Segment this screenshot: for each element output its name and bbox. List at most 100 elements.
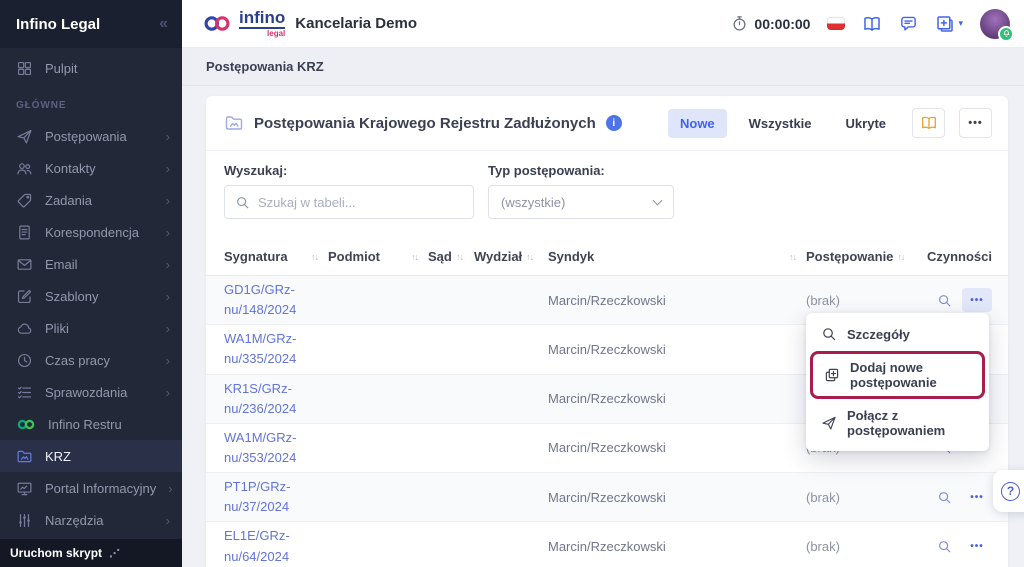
work-timer[interactable]: 00:00:00 bbox=[731, 15, 810, 32]
timer-value: 00:00:00 bbox=[754, 16, 810, 32]
search-label: Wyszukaj: bbox=[224, 163, 474, 178]
column-header-wydzial[interactable]: Wydział ↑↓ bbox=[474, 249, 548, 264]
sidebar-item-postepowania[interactable]: Postępowania › bbox=[0, 120, 182, 152]
column-header-sad[interactable]: Sąd ↑↓ bbox=[428, 249, 474, 264]
menu-item-label: Połącz z postępowaniem bbox=[847, 408, 974, 438]
infino-logo[interactable]: infino legal bbox=[202, 9, 285, 38]
sidebar-item-infino-restru[interactable]: Infino Restru bbox=[0, 408, 182, 440]
column-header-postepowanie[interactable]: Postępowanie ↑↓ bbox=[806, 249, 914, 264]
search-icon bbox=[235, 195, 250, 210]
infinity-icon bbox=[16, 417, 36, 432]
chevron-down-icon bbox=[653, 195, 663, 205]
case-signature-link[interactable]: EL1E/GRz-nu/64/2024 bbox=[224, 526, 328, 566]
caret-down-icon: ▾ bbox=[958, 18, 963, 29]
case-signature-link[interactable]: WA1M/GRz-nu/335/2024 bbox=[224, 329, 328, 369]
manual-button[interactable] bbox=[912, 108, 945, 138]
column-label: Postępowanie bbox=[806, 249, 893, 264]
column-label: Sygnatura bbox=[224, 249, 288, 264]
folder-image-icon bbox=[224, 113, 244, 133]
cell-syndyk: Marcin/Rzeczkowski bbox=[548, 490, 806, 505]
sidebar-item-kontakty[interactable]: Kontakty › bbox=[0, 152, 182, 184]
sort-icon[interactable]: ↑↓ bbox=[526, 252, 533, 262]
column-header-sygnatura[interactable]: Sygnatura ↑↓ bbox=[224, 249, 328, 264]
table-row: EL1E/GRz-nu/64/2024 Marcin/Rzeczkowski (… bbox=[206, 522, 1008, 567]
poland-flag-icon[interactable] bbox=[827, 17, 845, 30]
sidebar-item-email[interactable]: Email › bbox=[0, 248, 182, 280]
type-select[interactable]: (wszystkie) bbox=[488, 185, 674, 219]
menu-item-szczegoly[interactable]: Szczegóły bbox=[806, 318, 989, 350]
sidebar-collapse-button[interactable]: « bbox=[159, 15, 168, 33]
column-label: Wydział bbox=[474, 249, 522, 264]
sidebar-item-krz[interactable]: KRZ bbox=[0, 440, 182, 472]
sidebar-item-korespondencja[interactable]: Korespondencja › bbox=[0, 216, 182, 248]
sliders-icon bbox=[16, 512, 33, 529]
case-signature-link[interactable]: PT1P/GRz-nu/37/2024 bbox=[224, 477, 328, 517]
cell-syndyk: Marcin/Rzeczkowski bbox=[548, 440, 806, 455]
sidebar-item-szablony[interactable]: Szablony › bbox=[0, 280, 182, 312]
case-signature-link[interactable]: KR1S/GRz-nu/236/2024 bbox=[224, 379, 328, 419]
sidebar-item-sprawozdania[interactable]: Sprawozdania › bbox=[0, 376, 182, 408]
sort-icon[interactable]: ↑↓ bbox=[456, 252, 463, 262]
chevron-right-icon: › bbox=[166, 289, 170, 304]
app-window: Infino Legal « Pulpit GŁÓWNE Postępowani… bbox=[0, 0, 1024, 567]
view-tab-wszystkie[interactable]: Wszystkie bbox=[737, 109, 824, 138]
row-details-button[interactable] bbox=[932, 288, 956, 312]
sidebar-item-label: Szablony bbox=[45, 289, 154, 304]
sidebar-item-pulpit[interactable]: Pulpit bbox=[0, 52, 182, 84]
row-details-button[interactable] bbox=[932, 485, 956, 509]
sort-icon[interactable]: ↑↓ bbox=[897, 252, 904, 262]
column-header-podmiot[interactable]: Podmiot ↑↓ bbox=[328, 249, 428, 264]
messages-button[interactable] bbox=[899, 14, 918, 33]
chevron-right-icon: › bbox=[166, 193, 170, 208]
help-widget[interactable]: ? bbox=[993, 470, 1024, 512]
column-header-syndyk[interactable]: Syndyk ↑↓ bbox=[548, 249, 806, 264]
sidebar-item-pliki[interactable]: Pliki › bbox=[0, 312, 182, 344]
sidebar-item-label: Sprawozdania bbox=[45, 385, 154, 400]
search-input[interactable] bbox=[258, 195, 463, 210]
infinity-logo-icon bbox=[202, 13, 232, 34]
row-actions-button[interactable]: ••• bbox=[962, 288, 992, 312]
info-icon[interactable]: i bbox=[606, 115, 622, 131]
main-area: infino legal Kancelaria Demo 00:00:00 bbox=[182, 0, 1024, 567]
type-label: Typ postępowania: bbox=[488, 163, 674, 178]
case-signature-link[interactable]: WA1M/GRz-nu/353/2024 bbox=[224, 428, 328, 468]
search-icon bbox=[937, 293, 952, 308]
menu-item-polacz-z-postepowaniem[interactable]: Połącz z postępowaniem bbox=[806, 400, 989, 446]
folder-icon bbox=[16, 448, 33, 465]
sidebar-item-narzedzia[interactable]: Narzędzia › bbox=[0, 504, 182, 536]
sort-icon[interactable]: ↑↓ bbox=[789, 252, 796, 262]
breadcrumb-label: Postępowania KRZ bbox=[206, 59, 324, 74]
sidebar-section-glowne: GŁÓWNE bbox=[0, 84, 182, 120]
sidebar-item-label: Korespondencja bbox=[45, 225, 154, 240]
column-label: Syndyk bbox=[548, 249, 594, 264]
sidebar-item-label: Narzędzia bbox=[45, 513, 154, 528]
panel-title: Postępowania Krajowego Rejestru Zadłużon… bbox=[254, 115, 596, 132]
sort-icon[interactable]: ↑↓ bbox=[311, 252, 318, 262]
dashboard-icon bbox=[16, 60, 33, 77]
knowledge-base-button[interactable] bbox=[862, 14, 882, 34]
row-actions-button[interactable]: ••• bbox=[962, 485, 992, 509]
quick-add-button[interactable]: ▾ bbox=[935, 14, 963, 34]
sidebar-item-czas-pracy[interactable]: Czas pracy › bbox=[0, 344, 182, 376]
cell-czynnosci: ••• bbox=[914, 288, 992, 312]
run-script-bar[interactable]: Uruchom skrypt ⋰ bbox=[0, 539, 182, 567]
row-details-button[interactable] bbox=[932, 535, 956, 559]
ellipsis-icon: ••• bbox=[968, 117, 983, 129]
chat-icon bbox=[899, 14, 918, 33]
envelope-icon bbox=[16, 256, 33, 273]
sidebar-item-portal-informacyjny[interactable]: Portal Informacyjny › bbox=[0, 472, 182, 504]
sidebar-item-label: Email bbox=[45, 257, 154, 272]
sort-icon[interactable]: ↑↓ bbox=[411, 252, 418, 262]
view-tab-ukryte[interactable]: Ukryte bbox=[834, 109, 898, 138]
case-signature-link[interactable]: GD1G/GRz-nu/148/2024 bbox=[224, 280, 328, 320]
search-icon bbox=[821, 326, 837, 342]
user-avatar[interactable] bbox=[980, 9, 1010, 39]
sidebar-item-label: Kontakty bbox=[45, 161, 154, 176]
panel-more-button[interactable]: ••• bbox=[959, 108, 992, 138]
cell-syndyk: Marcin/Rzeczkowski bbox=[548, 539, 806, 554]
menu-item-dodaj-nowe-postepowanie[interactable]: Dodaj nowe postępowanie bbox=[813, 354, 982, 396]
row-actions-button[interactable]: ••• bbox=[962, 535, 992, 559]
view-tab-nowe[interactable]: Nowe bbox=[668, 109, 727, 138]
cell-czynnosci: ••• bbox=[914, 485, 992, 509]
sidebar-item-zadania[interactable]: Zadania › bbox=[0, 184, 182, 216]
